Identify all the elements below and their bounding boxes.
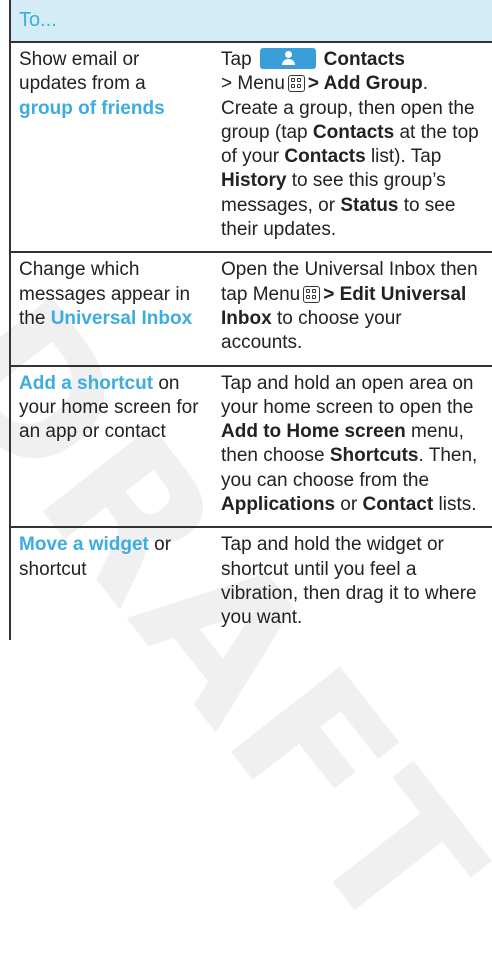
table-row: Move a widget or shortcut Tap and hold t…: [11, 528, 492, 639]
instruction-text: > Menu: [221, 73, 285, 95]
task-highlight: Move a widget: [19, 534, 149, 556]
instruction-text: Tap: [221, 49, 252, 70]
applications-label: Applications: [221, 494, 336, 516]
menu-key-icon: [287, 75, 305, 93]
table-row: Change which messages appear in the Univ…: [11, 253, 492, 367]
contacts-label: Contacts: [284, 146, 366, 168]
task-text: updates from a: [19, 73, 146, 95]
instruction-cell: Tap Contacts > Menu > Add Group. Create a …: [217, 43, 492, 251]
task-cell: Move a widget or shortcut: [11, 528, 217, 639]
task-highlight: group of friends: [19, 97, 165, 119]
shortcuts-label: Shortcuts: [329, 445, 419, 467]
task-cell: Show email or updates from a group of fr…: [11, 43, 217, 251]
instruction-cell: Tap and hold the widget or shortcut unti…: [217, 528, 492, 639]
history-label: History: [221, 170, 287, 192]
contacts-app-icon: [259, 48, 316, 69]
instruction-text: list). Tap: [370, 146, 442, 168]
status-label: Status: [340, 194, 399, 216]
task-cell: Change which messages appear in the Univ…: [11, 253, 217, 364]
task-text: Show email or: [19, 49, 140, 70]
task-highlight: Add a shortcut: [19, 372, 154, 394]
tips-table: To... Show email or updates from a group…: [9, 0, 492, 640]
instruction-text: or: [340, 494, 358, 516]
instruction-text: Tap and hold the widget or shortcut unti…: [221, 534, 477, 629]
contacts-label: Contacts: [323, 49, 405, 70]
contact-label: Contact: [362, 494, 434, 516]
add-group-label: > Add Group: [307, 73, 423, 95]
instruction-text: lists.: [438, 494, 477, 516]
task-text: the: [19, 307, 46, 329]
menu-key-icon: [303, 285, 321, 303]
table-row: Add a shortcut on your home screen for a…: [11, 367, 492, 529]
add-home-label: Add to Home screen: [221, 421, 406, 443]
instruction-text: Tap and hold an open area on your home s…: [221, 372, 474, 418]
header-title: To...: [19, 9, 57, 31]
task-highlight: Universal Inbox: [50, 307, 193, 329]
task-text: messages appear in: [19, 283, 191, 305]
contacts-label: Contacts: [312, 121, 395, 143]
instruction-cell: Tap and hold an open area on your home s…: [217, 367, 492, 527]
instruction-cell: Open the Universal Inbox then tap Menu > …: [217, 253, 492, 364]
table-header: To...: [11, 0, 492, 43]
task-text: Change which: [19, 259, 140, 281]
task-cell: Add a shortcut on your home screen for a…: [11, 367, 217, 527]
table-row: Show email or updates from a group of fr…: [11, 43, 492, 254]
